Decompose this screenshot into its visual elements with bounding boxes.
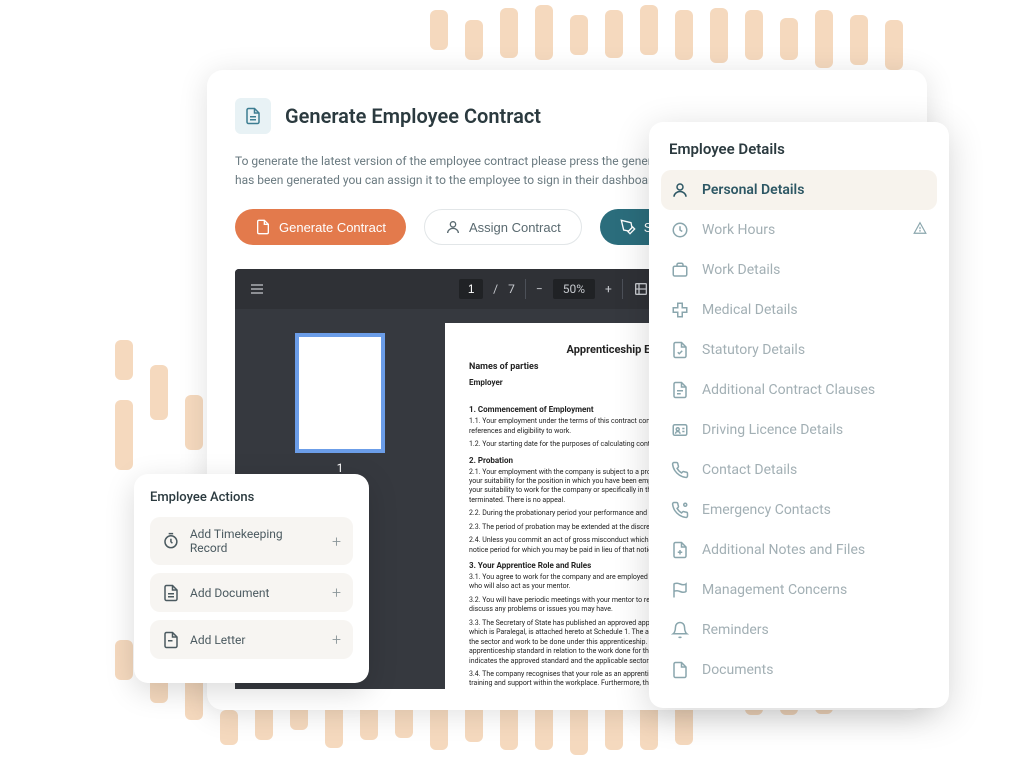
detail-statutory-details[interactable]: Statutory Details [661,330,937,370]
assign-contract-label: Assign Contract [469,220,561,235]
detail-contact-details[interactable]: Contact Details [661,450,937,490]
clock-icon [671,221,689,239]
medical-icon [671,301,689,319]
action-label: Add Timekeeping Record [190,527,322,555]
detail-contract-clauses[interactable]: Additional Contract Clauses [661,370,937,410]
action-add-timekeeping[interactable]: Add Timekeeping Record + [150,517,353,565]
flag-icon [671,581,689,599]
statutory-icon [671,341,689,359]
document-icon [162,584,180,602]
briefcase-icon [671,261,689,279]
notes-icon [671,541,689,559]
pdf-total-pages: 7 [508,282,515,296]
plus-icon: + [332,583,341,602]
detail-notes-files[interactable]: Additional Notes and Files [661,530,937,570]
detail-label: Additional Contract Clauses [702,382,875,398]
timer-icon [162,532,180,550]
detail-label: Medical Details [702,302,798,318]
detail-driving-licence[interactable]: Driving Licence Details [661,410,937,450]
action-add-document[interactable]: Add Document + [150,573,353,612]
detail-work-hours[interactable]: Work Hours [661,210,937,250]
action-label: Add Letter [190,633,245,647]
document-icon [255,219,271,235]
detail-label: Contact Details [702,462,797,478]
detail-label: Work Details [702,262,780,278]
detail-label: Reminders [702,622,769,638]
detail-documents[interactable]: Documents [661,650,937,690]
detail-emergency-contacts[interactable]: Emergency Contacts [661,490,937,530]
card-title: Generate Employee Contract [285,104,541,128]
assign-contract-button[interactable]: Assign Contract [424,209,582,245]
menu-icon[interactable] [249,281,265,297]
detail-label: Statutory Details [702,342,805,358]
action-label: Add Document [190,586,269,600]
document-icon [235,98,271,134]
pdf-page-input[interactable] [459,279,483,299]
detail-label: Emergency Contacts [702,502,831,518]
detail-label: Management Concerns [702,582,847,598]
plus-icon: + [332,532,341,551]
pen-icon [620,219,636,235]
generate-contract-label: Generate Contract [279,220,386,235]
licence-icon [671,421,689,439]
detail-management-concerns[interactable]: Management Concerns [661,570,937,610]
employee-actions-title: Employee Actions [150,490,353,505]
pdf-thumbnail-1[interactable] [295,333,385,453]
zoom-out-icon[interactable]: − [536,282,543,296]
detail-label: Driving Licence Details [702,422,843,438]
detail-work-details[interactable]: Work Details [661,250,937,290]
detail-label: Work Hours [702,222,775,238]
phone-icon [671,461,689,479]
person-icon [445,219,461,235]
person-icon [671,181,689,199]
detail-medical-details[interactable]: Medical Details [661,290,937,330]
detail-label: Documents [702,662,773,678]
employee-details-title: Employee Details [661,140,937,170]
letter-icon [162,631,180,649]
generate-contract-button[interactable]: Generate Contract [235,209,406,245]
emergency-icon [671,501,689,519]
plus-icon: + [332,630,341,649]
employee-actions-card: Employee Actions Add Timekeeping Record … [134,474,369,683]
fit-page-icon[interactable] [633,281,649,297]
pdf-page-sep: / [493,282,498,296]
bell-icon [671,621,689,639]
warning-icon [913,221,927,239]
detail-label: Personal Details [702,182,804,198]
employee-details-panel: Employee Details Personal Details Work H… [649,122,949,708]
folder-icon [671,661,689,679]
detail-label: Additional Notes and Files [702,542,865,558]
clause-icon [671,381,689,399]
zoom-in-icon[interactable]: + [605,282,612,296]
action-add-letter[interactable]: Add Letter + [150,620,353,659]
pdf-zoom-level[interactable]: 50% [553,279,595,299]
detail-personal-details[interactable]: Personal Details [661,170,937,210]
detail-reminders[interactable]: Reminders [661,610,937,650]
